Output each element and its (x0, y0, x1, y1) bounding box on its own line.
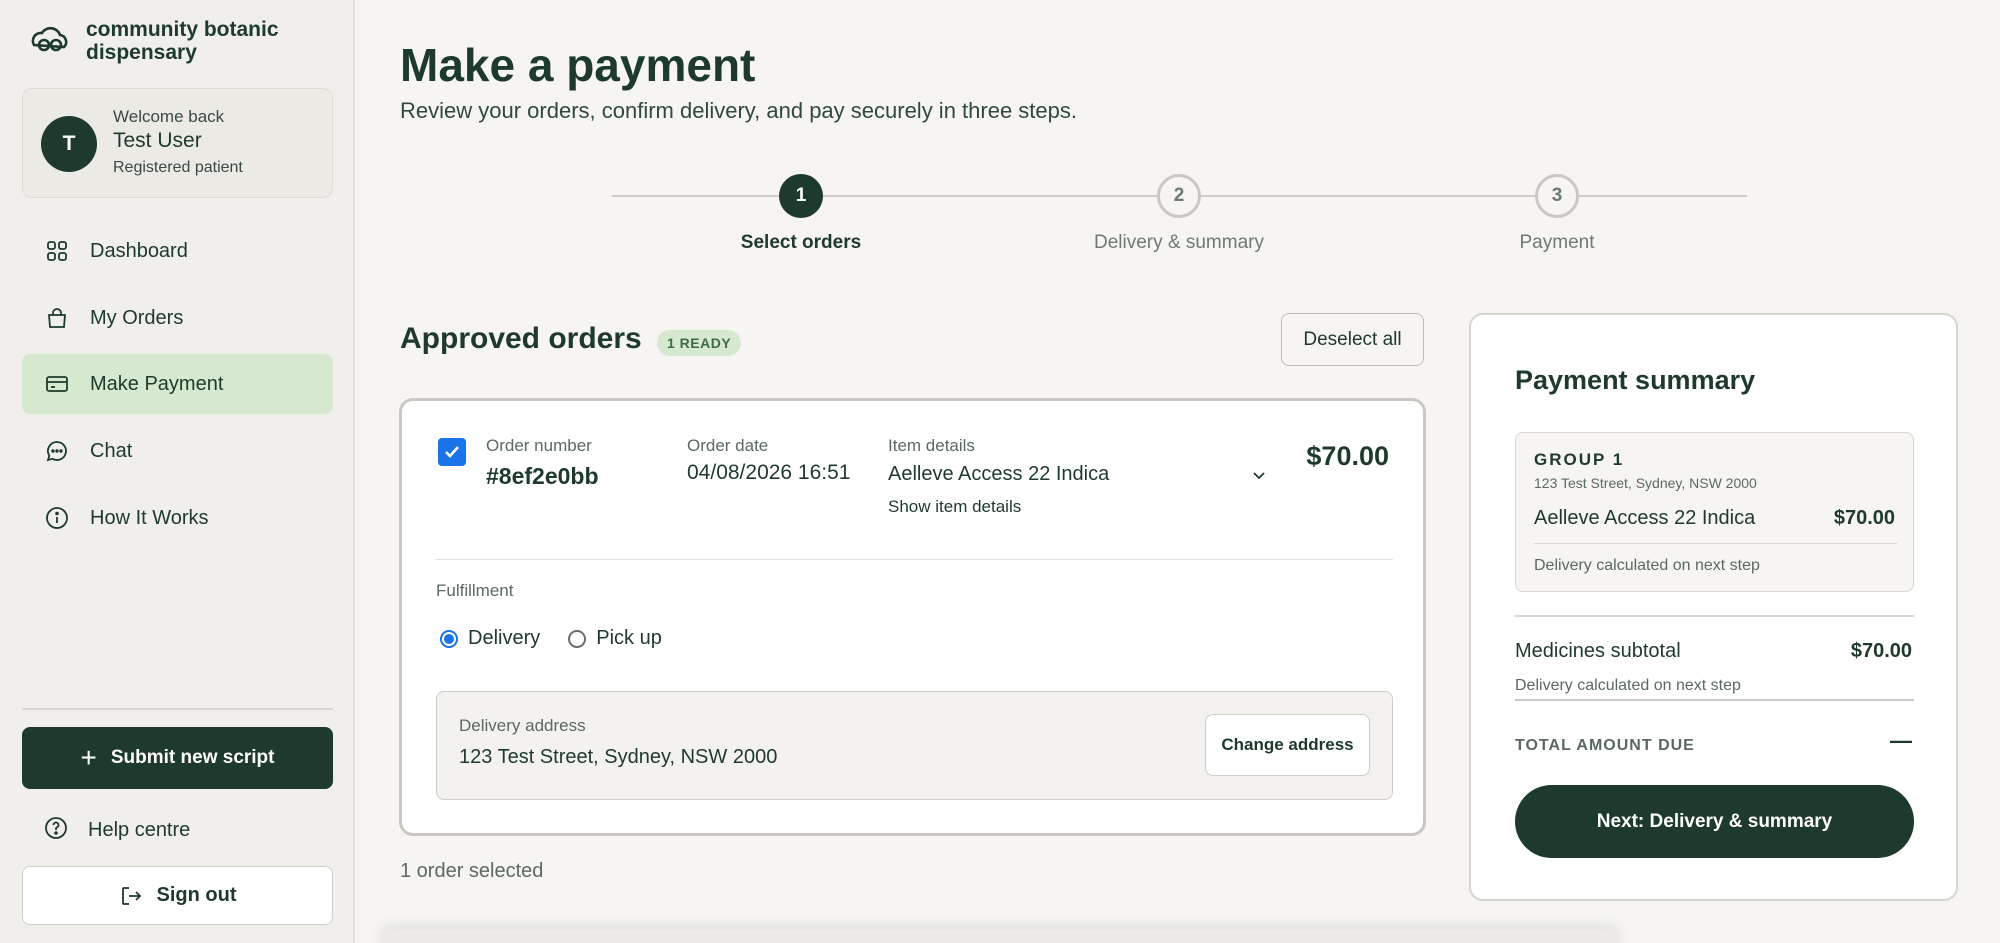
subtotal-label: Medicines subtotal (1515, 640, 1681, 662)
chevron-down-icon[interactable] (1251, 467, 1267, 488)
subtotal-value: $70.00 (1850, 640, 1912, 662)
order-number: #8ef2e0bb (486, 463, 599, 489)
user-name: Test User (113, 129, 202, 152)
fulfillment-label: Fulfillment (436, 581, 514, 600)
ready-badge: 1 READY (657, 330, 742, 356)
delivery-address-label: Delivery address (459, 716, 586, 735)
user-welcome: Welcome back (113, 107, 225, 126)
order-checkbox[interactable] (438, 438, 466, 466)
pickup-option-label[interactable]: Pick up (596, 627, 662, 650)
group-box: GROUP 1 123 Test Street, Sydney, NSW 200… (1515, 432, 1914, 592)
order-number-label: Order number (486, 436, 592, 455)
group-delivery-note: Delivery calculated on next step (1534, 557, 1760, 574)
info-icon (44, 505, 70, 531)
delivery-address-value: 123 Test Street, Sydney, NSW 2000 (459, 746, 778, 768)
chat-icon (44, 438, 70, 464)
user-role: Registered patient (113, 159, 243, 176)
deselect-all-button[interactable]: Deselect all (1281, 313, 1424, 366)
avatar: T (41, 116, 97, 172)
card-divider (436, 559, 1393, 560)
sidebar-item-label: Dashboard (90, 239, 188, 262)
fulfillment-options: Delivery Pick up (440, 627, 662, 650)
subtotal-delivery-note: Delivery calculated on next step (1515, 677, 1741, 694)
step-2-label: Delivery & summary (1094, 232, 1264, 253)
order-date-label: Order date (687, 436, 769, 455)
help-label: Help centre (88, 818, 191, 841)
help-centre-link[interactable]: Help centre (22, 813, 190, 847)
delivery-option-label[interactable]: Delivery (468, 627, 540, 650)
order-date: 04/08/2026 16:51 (687, 461, 851, 484)
next-delivery-summary-button[interactable]: Next: Delivery & summary (1515, 785, 1914, 858)
sidebar-divider (22, 708, 333, 710)
pickup-radio[interactable] (568, 629, 587, 648)
approved-orders-title: Approved orders (400, 322, 642, 355)
order-card: Order number #8ef2e0bb Order date 04/08/… (399, 398, 1426, 836)
sign-out-label: Sign out (156, 884, 237, 906)
group-address: 123 Test Street, Sydney, NSW 2000 (1534, 475, 1757, 491)
sidebar: community botanic dispensary T Welcome b… (0, 0, 355, 943)
check-icon (445, 446, 459, 458)
delivery-radio[interactable] (440, 629, 458, 648)
summary-divider (1515, 615, 1914, 617)
user-card: T Welcome back Test User Registered pati… (22, 88, 333, 198)
card-icon (44, 371, 70, 397)
submit-label: Submit new script (110, 747, 275, 768)
help-icon (44, 816, 68, 845)
sidebar-item-make-payment[interactable]: Make Payment (22, 354, 333, 414)
page-title: Make a payment (400, 39, 756, 91)
step-3-circle: 3 (1535, 174, 1579, 218)
total-amount-value: — (1890, 728, 1912, 753)
next-section-edge (380, 930, 1620, 943)
show-item-details-link[interactable]: Show item details (888, 497, 1021, 517)
group-title: GROUP 1 (1534, 450, 1625, 469)
total-amount-label: TOTAL AMOUNT DUE (1515, 737, 1695, 754)
step-3-label: Payment (1519, 232, 1595, 253)
step-2-circle: 2 (1157, 174, 1201, 218)
brand-name: community botanic dispensary (86, 18, 279, 64)
change-address-button[interactable]: Change address (1205, 714, 1370, 776)
step-1-circle: 1 (779, 174, 823, 218)
sidebar-item-label: How It Works (90, 506, 209, 529)
selected-count: 1 order selected (400, 860, 544, 882)
sidebar-item-label: Make Payment (90, 372, 224, 395)
delivery-address-box: Delivery address 123 Test Street, Sydney… (436, 691, 1393, 800)
brand[interactable]: community botanic dispensary (28, 18, 316, 64)
plus-icon: + (80, 742, 97, 773)
submit-new-script-button[interactable]: + Submit new script (22, 727, 333, 789)
sign-out-button[interactable]: Sign out (22, 866, 333, 925)
sidebar-item-my-orders[interactable]: My Orders (22, 288, 333, 348)
group-divider (1534, 543, 1897, 544)
payment-summary-title: Payment summary (1515, 365, 1756, 395)
item-name: Aelleve Access 22 Indica (888, 463, 1110, 485)
sidebar-item-label: Chat (90, 439, 133, 462)
step-1-label: Select orders (740, 232, 862, 253)
order-price: $70.00 (1306, 441, 1389, 471)
page-subtitle: Review your orders, confirm delivery, an… (400, 98, 1077, 123)
sidebar-item-how-it-works[interactable]: How It Works (22, 488, 333, 548)
grid-icon (44, 238, 70, 264)
sidebar-item-label: My Orders (90, 306, 184, 329)
item-details-label: Item details (888, 436, 975, 455)
bag-icon (44, 305, 70, 331)
group-item-name: Aelleve Access 22 Indica (1534, 507, 1756, 529)
sidebar-item-chat[interactable]: Chat (22, 421, 333, 481)
brand-logo-icon (28, 23, 72, 60)
sign-out-icon (121, 886, 141, 905)
payment-summary-panel: Payment summary GROUP 1 123 Test Street,… (1469, 313, 1958, 901)
group-item-price: $70.00 (1833, 507, 1895, 529)
summary-divider (1515, 699, 1914, 701)
sidebar-item-dashboard[interactable]: Dashboard (22, 221, 333, 281)
